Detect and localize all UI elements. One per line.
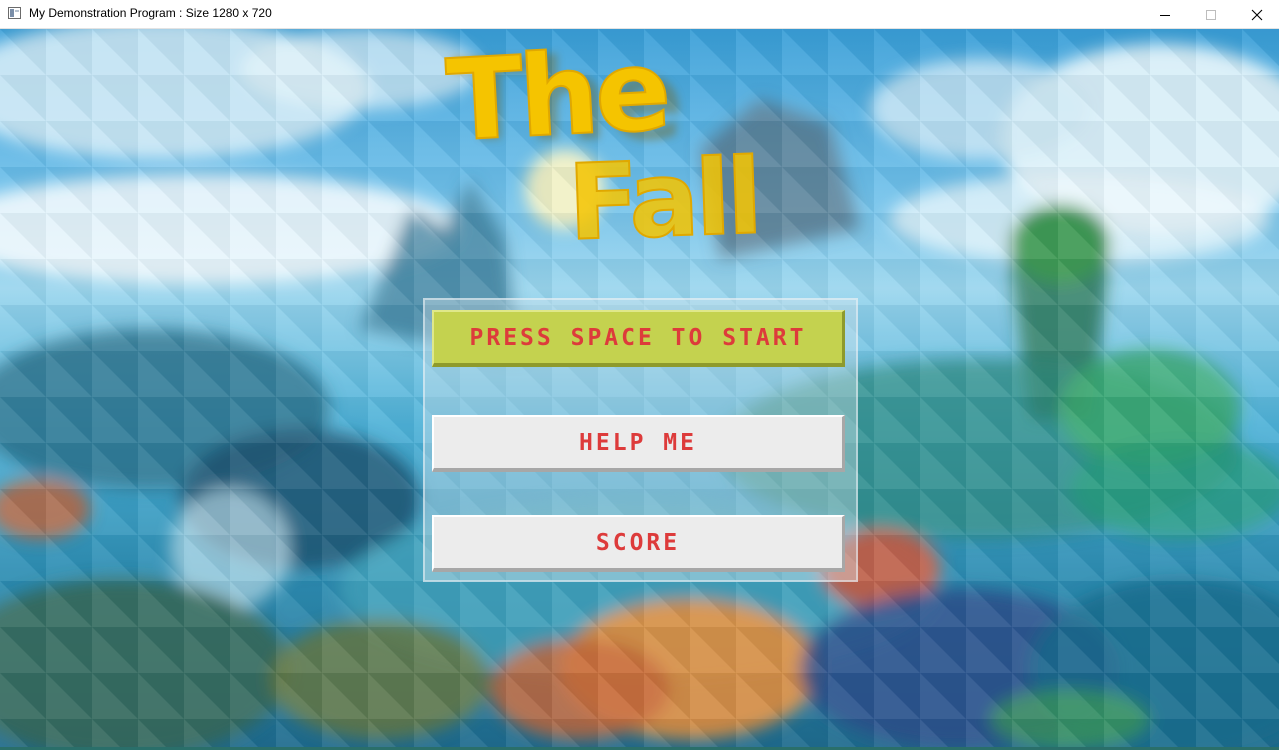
window-title: My Demonstration Program : Size 1280 x 7… [29, 6, 272, 20]
close-icon [1251, 9, 1263, 20]
close-button[interactable] [1234, 0, 1279, 29]
minimize-button[interactable] [1142, 0, 1188, 29]
game-logo: The The Fall [443, 39, 762, 254]
minimize-icon [1160, 14, 1170, 16]
score-button-label: SCORE [595, 529, 681, 556]
help-button[interactable]: HELP ME [432, 415, 845, 472]
start-button[interactable]: PRESS SPACE TO START [432, 310, 845, 367]
window-titlebar: My Demonstration Program : Size 1280 x 7… [0, 0, 1279, 29]
game-scene: The The Fall PRESS SPACE TO START HELP M… [0, 29, 1279, 750]
app-window-icon [8, 7, 21, 19]
logo-word-fall: Fall [566, 135, 761, 254]
main-menu-panel: PRESS SPACE TO START HELP ME SCORE [423, 298, 858, 582]
score-button[interactable]: SCORE [432, 515, 845, 572]
help-button-label: HELP ME [579, 429, 697, 456]
maximize-icon [1206, 9, 1216, 20]
maximize-button[interactable] [1188, 0, 1234, 29]
start-button-label: PRESS SPACE TO START [469, 324, 807, 351]
